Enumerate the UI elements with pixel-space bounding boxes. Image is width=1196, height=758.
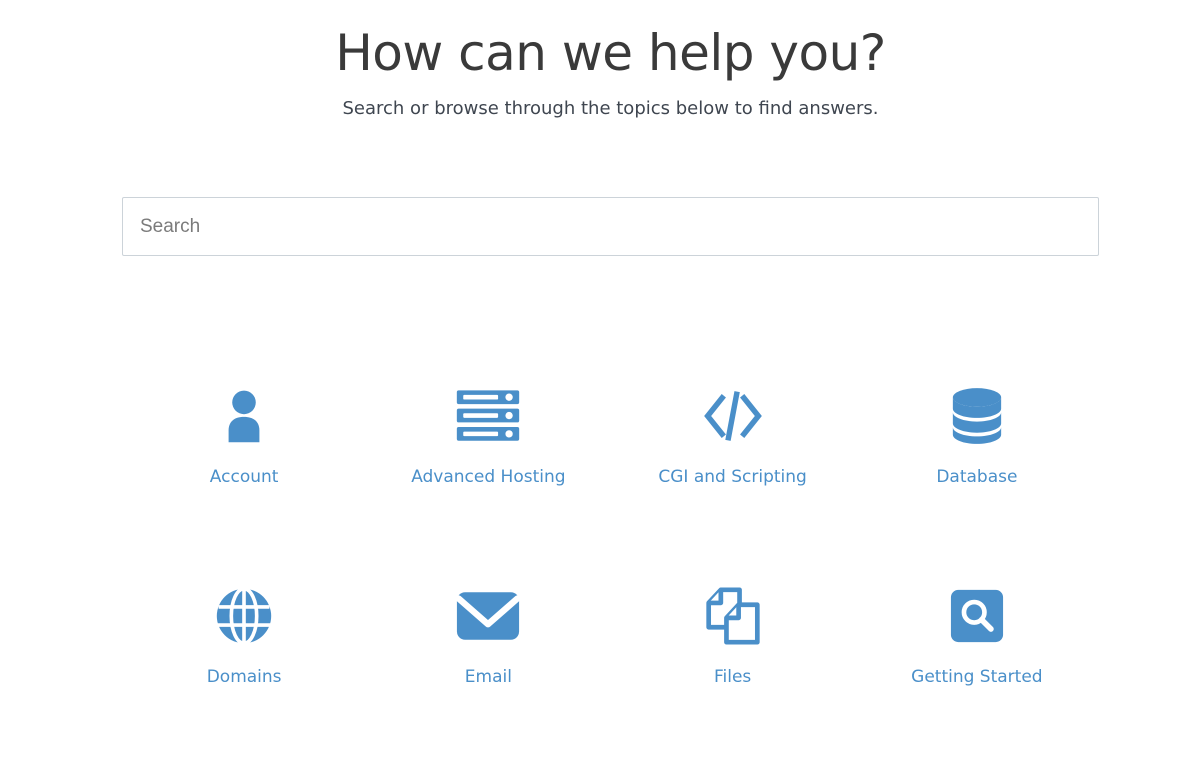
topic-label: Getting Started [911,667,1043,687]
page-title: How can we help you? [335,24,886,82]
topic-grid: Account Advanced Hosting CGI and Scripti… [122,380,1099,688]
topic-label: Domains [206,667,282,687]
topic-label: CGI and Scripting [658,467,807,487]
topic-advanced-hosting[interactable]: Advanced Hosting [366,380,610,488]
help-center-page: How can we help you? Search or browse th… [0,0,1196,758]
magnifier-square-icon [941,580,1013,652]
documents-copy-icon [697,580,769,652]
header-block: How can we help you? Search or browse th… [122,0,1099,122]
code-brackets-icon [697,380,769,452]
topic-files[interactable]: Files [611,580,855,688]
topic-getting-started[interactable]: Getting Started [855,580,1099,688]
search-bar [122,197,1099,256]
server-rack-icon [452,380,524,452]
topic-label: Account [209,467,279,487]
topic-domains[interactable]: Domains [122,580,366,688]
globe-icon [208,580,280,652]
topic-cgi-and-scripting[interactable]: CGI and Scripting [611,380,855,488]
topic-account[interactable]: Account [122,380,366,488]
user-icon [208,380,280,452]
topic-label: Advanced Hosting [411,467,566,487]
topic-label: Email [464,667,512,687]
topic-database[interactable]: Database [855,380,1099,488]
topic-label: Files [713,667,752,687]
database-cylinder-icon [941,380,1013,452]
envelope-icon [452,580,524,652]
topic-label: Database [936,467,1018,487]
topic-email[interactable]: Email [366,580,610,688]
page-subtitle: Search or browse through the topics belo… [342,98,879,119]
search-input[interactable] [122,197,1099,256]
